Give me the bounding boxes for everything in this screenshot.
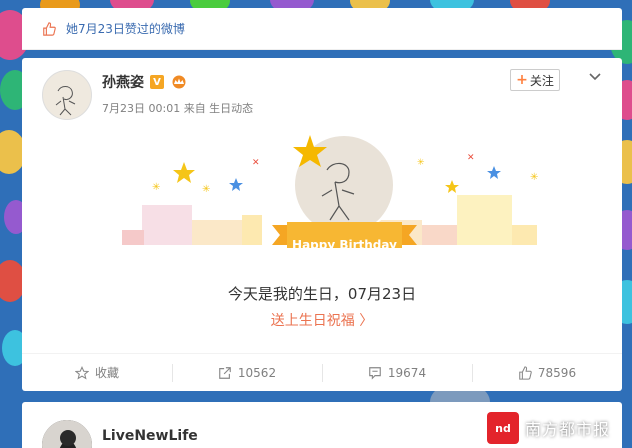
svg-text:✕: ✕ [252, 158, 260, 168]
svg-text:✳: ✳ [152, 182, 160, 193]
thumb-up-icon [43, 21, 56, 36]
liked-text[interactable]: 她7月23日赞过的微博 [66, 20, 185, 37]
comment-icon [369, 366, 381, 380]
liked-row[interactable]: 她7月23日赞过的微博 [42, 20, 185, 37]
send-wishes-link[interactable]: 送上生日祝福 〉 [22, 310, 622, 330]
post-meta: 7月23日 00:01 来自 生日动态 [102, 102, 254, 115]
like-button[interactable]: 78596 [472, 354, 622, 391]
like-icon [519, 365, 532, 380]
watermark: nd 南方都市报 [487, 412, 610, 444]
share-button[interactable]: 10562 [172, 354, 322, 391]
follow-label: 关注 [529, 73, 554, 88]
plus-icon: + [516, 72, 528, 88]
star-decoration-icon [173, 162, 195, 183]
watermark-text: 南方都市报 [525, 420, 611, 439]
comment-count: 19674 [387, 365, 427, 380]
favorite-label: 收藏 [94, 366, 119, 380]
newspaper-logo-icon: nd [487, 412, 519, 444]
svg-text:✳: ✳ [202, 184, 210, 195]
avatar-photo-icon [42, 420, 92, 448]
avatar[interactable] [42, 70, 92, 120]
birthday-message: 今天是我的生日，07月23日 [227, 285, 417, 303]
ribbon-label: Happy Birthday [292, 238, 397, 252]
share-icon [219, 366, 231, 379]
comment-button[interactable]: 19674 [322, 354, 472, 391]
gift-box-icon [142, 205, 192, 245]
avatar-sketch-icon [55, 86, 76, 116]
next-post-author[interactable]: LiveNewLife [102, 428, 198, 444]
svg-text:✳: ✳ [530, 172, 538, 183]
follow-button[interactable]: + 关注 [510, 69, 560, 91]
verified-badge-icon: V [150, 75, 164, 89]
liked-bar: 她7月23日赞过的微博 [22, 8, 622, 50]
star-icon [74, 365, 89, 380]
gift-box-right-icon [457, 195, 512, 245]
favorite-button[interactable]: 收藏 [22, 354, 172, 391]
share-count: 10562 [237, 365, 277, 380]
svg-text:✕: ✕ [467, 153, 475, 163]
crown-icon [172, 75, 186, 89]
next-post-avatar[interactable] [42, 420, 92, 448]
svg-text:✳: ✳ [417, 158, 425, 168]
chevron-down-icon[interactable] [587, 68, 603, 84]
post-actions: 收藏 10562 19674 78596 [22, 353, 622, 391]
post-card: 孙燕姿 V 7月23日 00:01 来自 生日动态 + 关注 ✳ ✳ ✕ ✳ ✕ [22, 58, 622, 391]
author-name[interactable]: 孙燕姿 [102, 72, 144, 92]
like-count: 78596 [537, 365, 577, 380]
author-row: 孙燕姿 V [102, 72, 188, 92]
